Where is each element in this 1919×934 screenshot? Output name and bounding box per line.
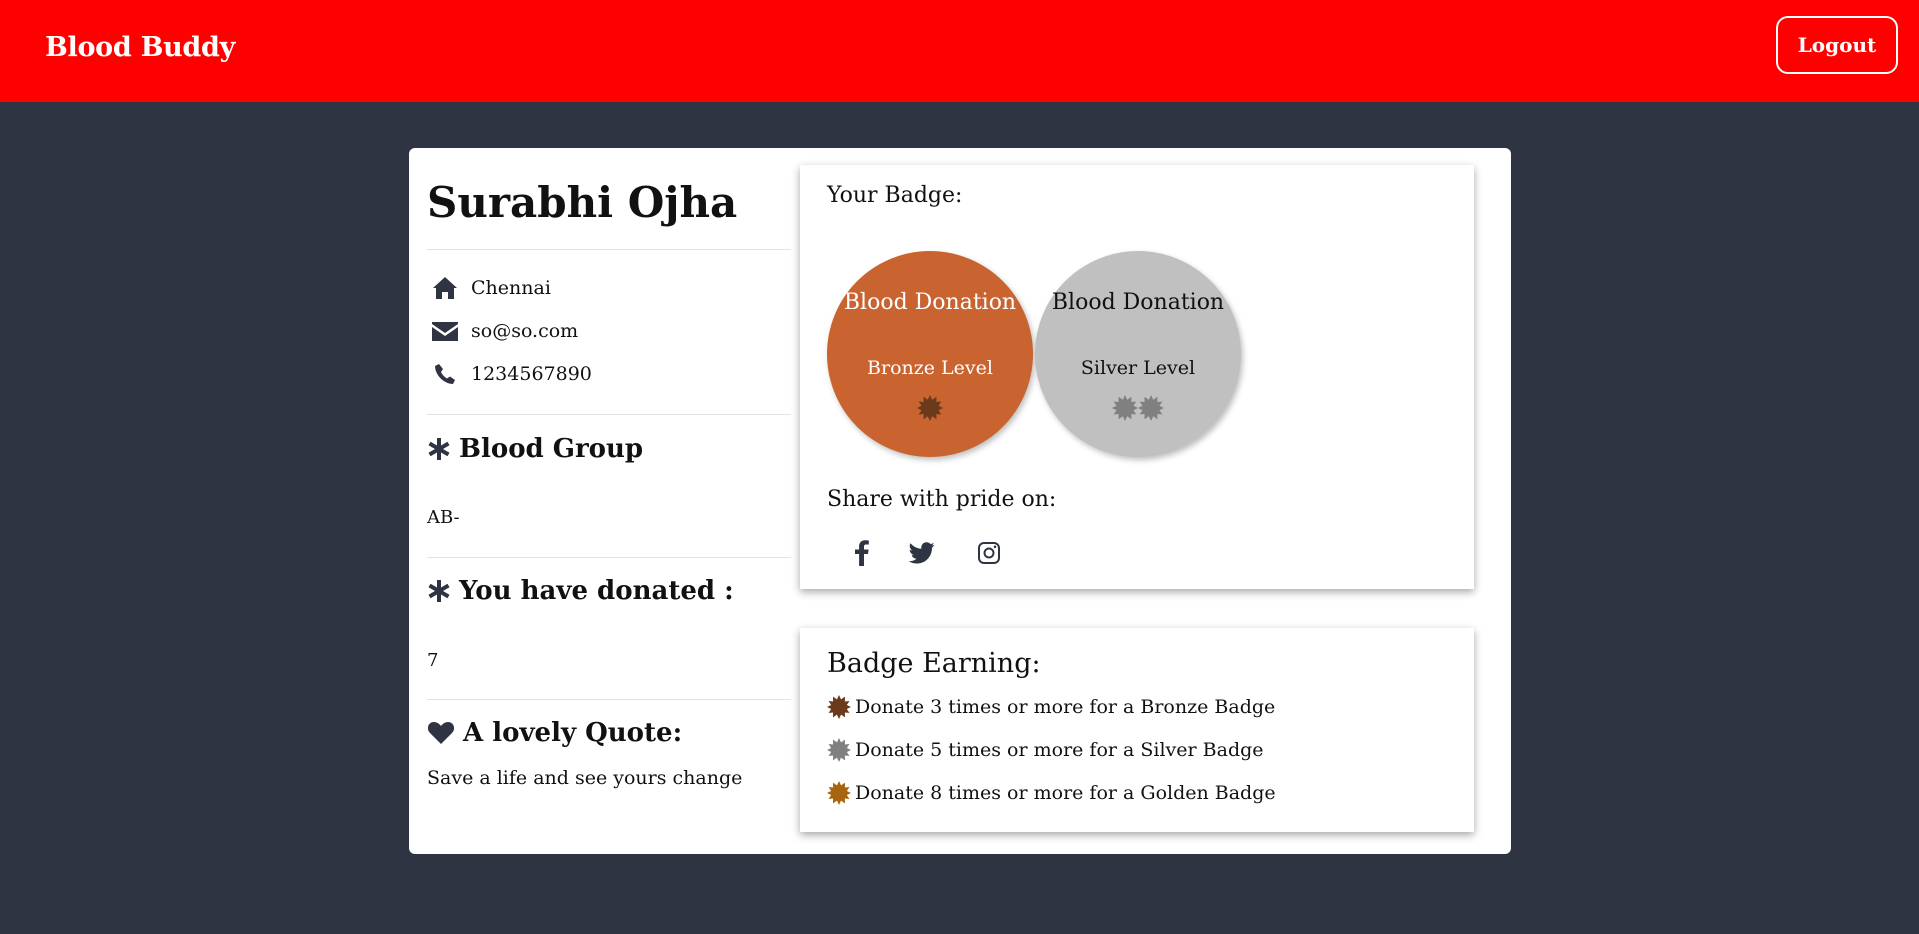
badge-star-icon: [1112, 395, 1138, 421]
quote-text: Save a life and see yours change: [427, 767, 743, 789]
earning-rule-text: Donate 5 times or more for a Silver Badg…: [855, 739, 1264, 761]
earning-rule: Donate 8 times or more for a Golden Badg…: [827, 781, 1276, 805]
phone-text: 1234567890: [471, 363, 592, 385]
divider: [427, 699, 791, 700]
city-text: Chennai: [471, 277, 551, 299]
donated-heading: You have donated :: [427, 576, 734, 606]
badge-title: Blood Donation: [1051, 290, 1225, 315]
silver-badge: Blood Donation Silver Level: [1035, 251, 1241, 457]
contact-city: Chennai: [431, 274, 551, 302]
quote-title: A lovely Quote:: [463, 718, 683, 748]
share-label: Share with pride on:: [827, 487, 1057, 512]
twitter-icon[interactable]: [904, 535, 940, 571]
blood-group-title: Blood Group: [459, 434, 644, 464]
badge-panel: Your Badge: Blood Donation Bronze Level …: [800, 165, 1474, 589]
badge-stars: [827, 395, 1033, 421]
divider: [427, 249, 791, 250]
bronze-star-icon: [827, 695, 851, 719]
blood-group-value: AB-: [427, 507, 460, 528]
divider: [427, 557, 791, 558]
donated-count: 7: [427, 650, 439, 671]
contact-email: so@so.com: [431, 317, 578, 345]
logout-button[interactable]: Logout: [1776, 16, 1898, 74]
phone-icon: [431, 360, 459, 388]
divider: [427, 414, 791, 415]
badge-panel-title: Your Badge:: [827, 183, 963, 208]
earning-rule: Donate 3 times or more for a Bronze Badg…: [827, 695, 1275, 719]
bronze-badge: Blood Donation Bronze Level: [827, 251, 1033, 457]
blood-group-heading: Blood Group: [427, 434, 643, 464]
heart-icon: [427, 721, 455, 745]
asterisk-icon: [427, 437, 451, 461]
email-text: so@so.com: [471, 320, 579, 342]
badge-earning-title: Badge Earning:: [827, 648, 1041, 679]
envelope-icon: [431, 317, 459, 345]
brand-logo[interactable]: Blood Buddy: [45, 32, 235, 63]
profile-name: Surabhi Ojha: [427, 178, 738, 227]
badge-level: Bronze Level: [867, 357, 993, 379]
top-navbar: Blood Buddy Logout: [0, 0, 1919, 102]
silver-star-icon: [827, 738, 851, 762]
badge-stars: [1035, 395, 1241, 421]
instagram-icon[interactable]: [971, 535, 1007, 571]
facebook-icon[interactable]: [844, 535, 880, 571]
donated-title: You have donated :: [459, 576, 734, 606]
earning-rule: Donate 5 times or more for a Silver Badg…: [827, 738, 1264, 762]
home-icon: [431, 274, 459, 302]
asterisk-icon: [427, 579, 451, 603]
badge-level: Silver Level: [1080, 357, 1196, 379]
badge-title: Blood Donation: [843, 290, 1017, 315]
earning-rule-text: Donate 3 times or more for a Bronze Badg…: [855, 696, 1276, 718]
quote-heading: A lovely Quote:: [427, 718, 682, 748]
contact-phone: 1234567890: [431, 360, 592, 388]
gold-star-icon: [827, 781, 851, 805]
earning-rule-text: Donate 8 times or more for a Golden Badg…: [855, 782, 1276, 804]
badge-star-icon: [917, 395, 943, 421]
badge-earning-panel: Badge Earning: Donate 3 times or more fo…: [800, 628, 1474, 832]
profile-card: Surabhi Ojha Chennai so@so.com 123456789…: [409, 148, 1511, 854]
badge-star-icon: [1138, 395, 1164, 421]
